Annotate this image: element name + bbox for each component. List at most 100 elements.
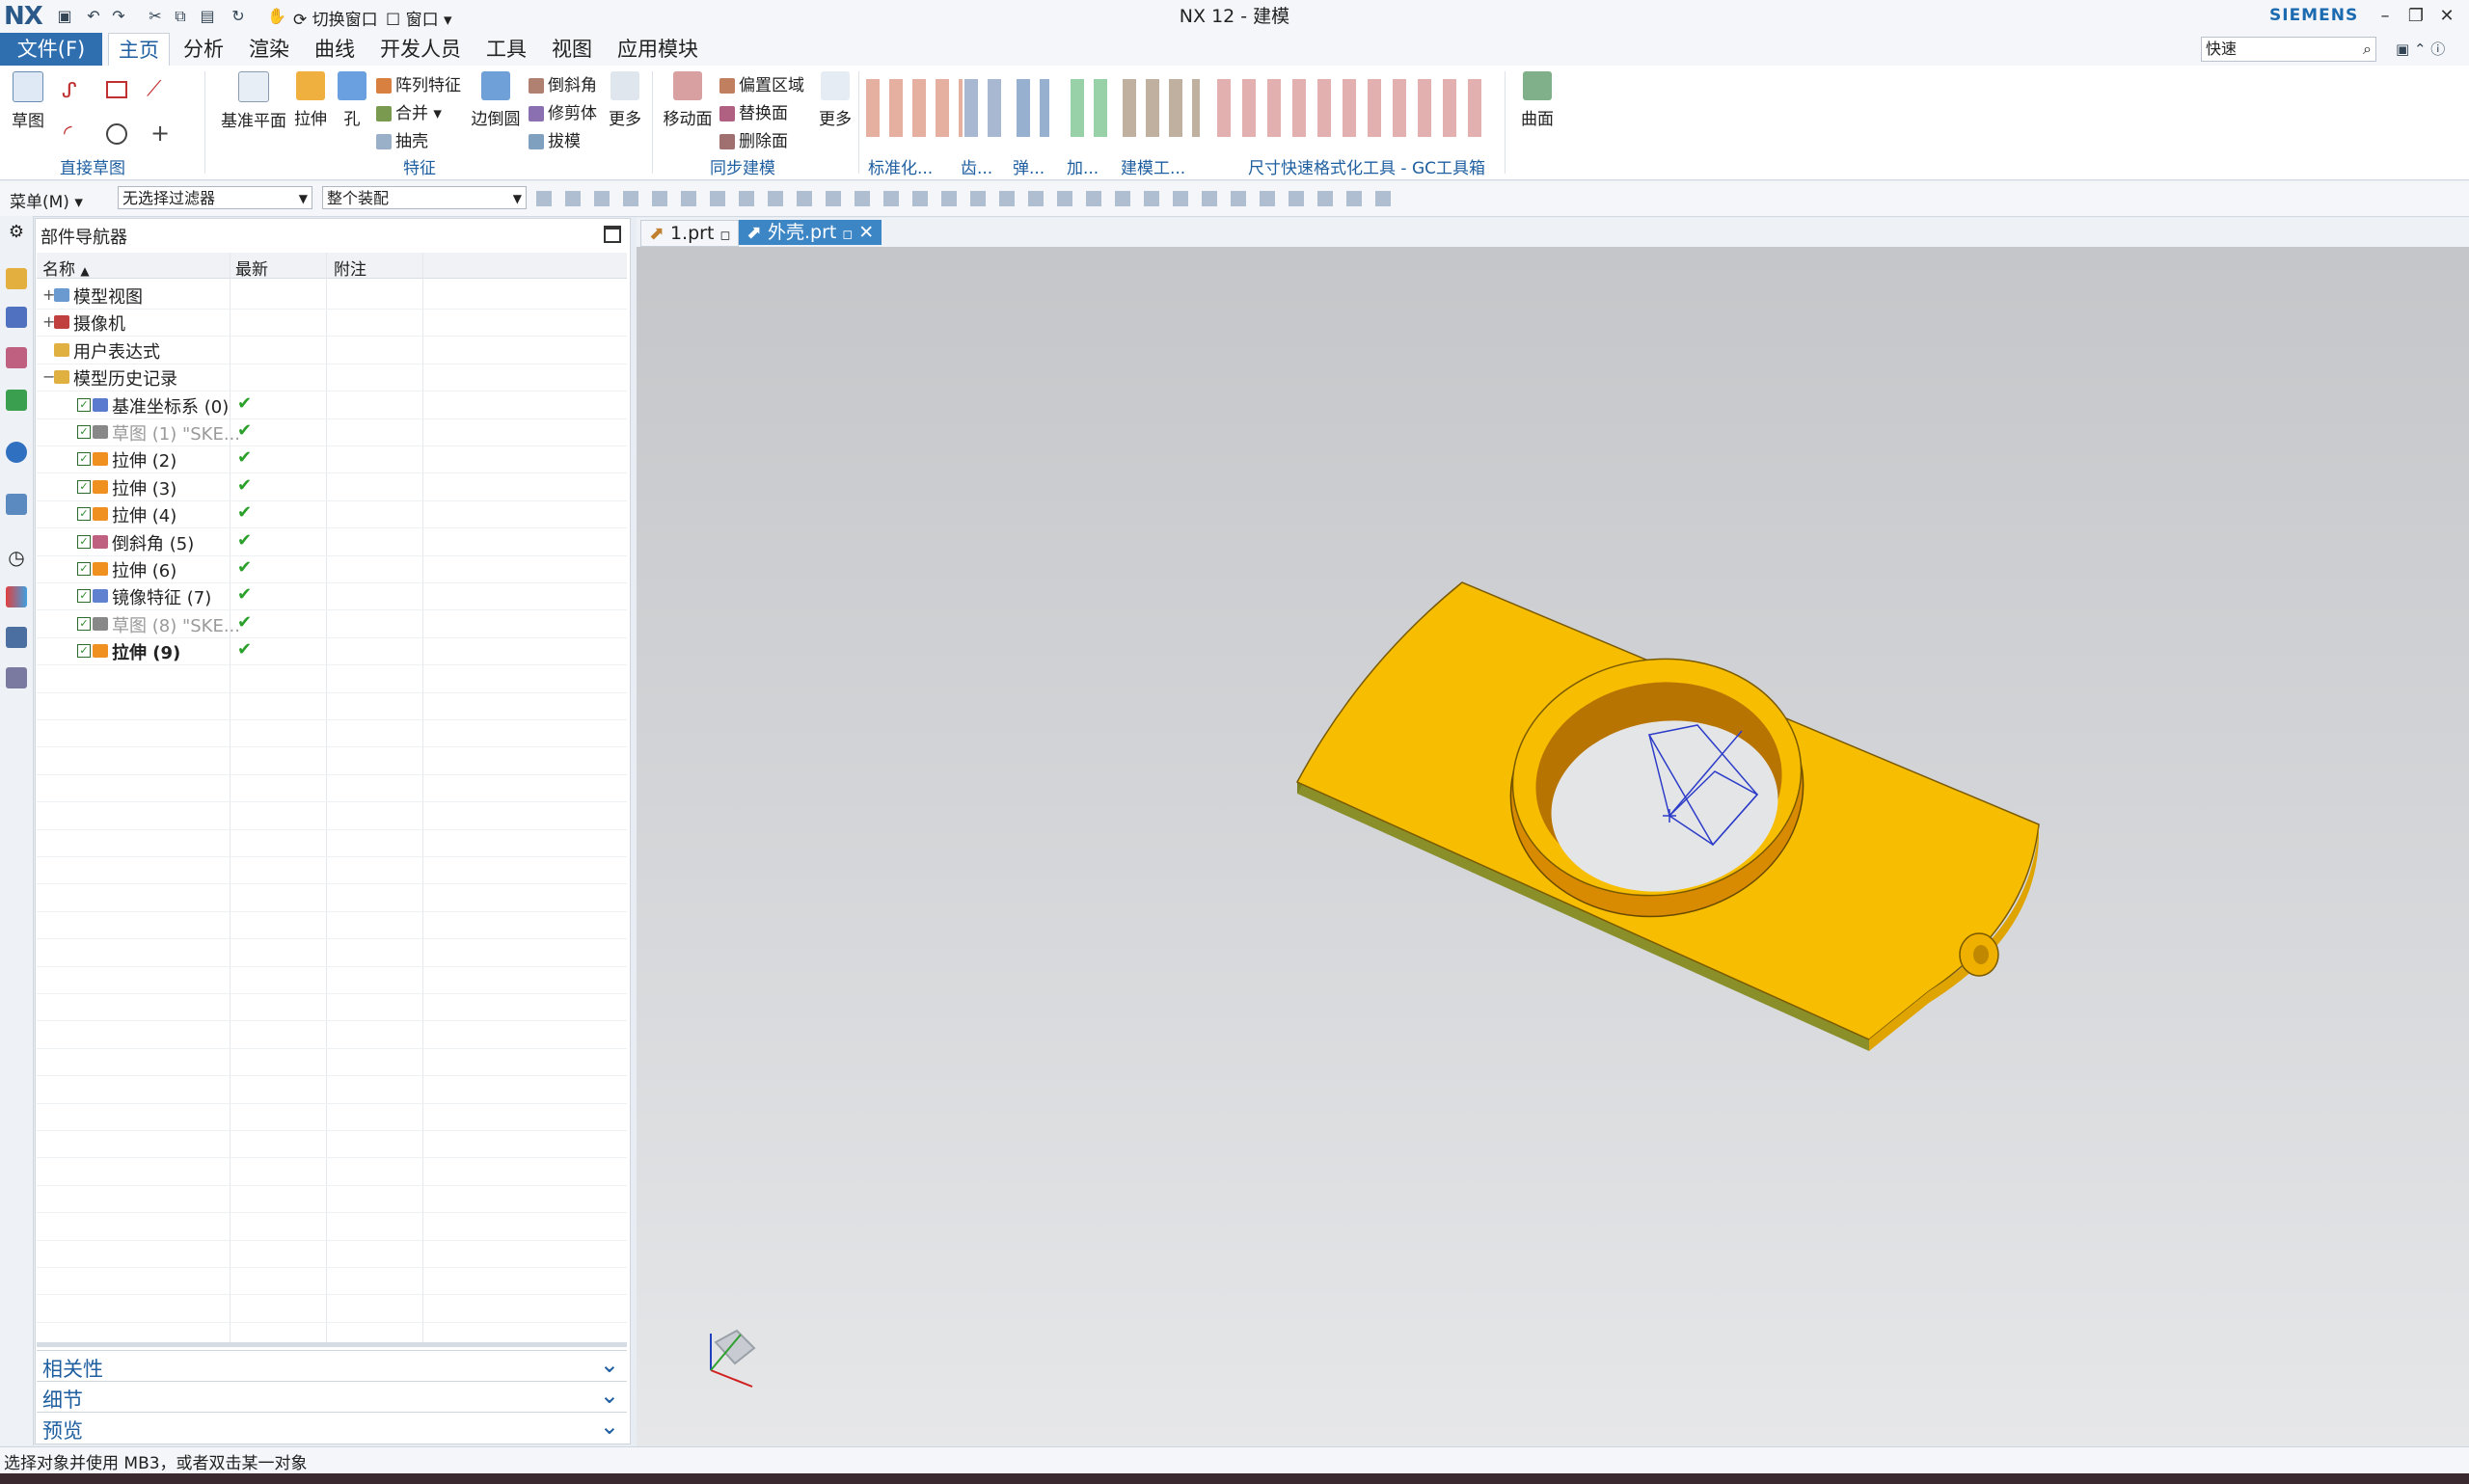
chamfer-button[interactable]: 倒斜角 bbox=[529, 71, 597, 95]
file-tab-shell-prt[interactable]: ⬈ 外壳.prt ◻ ✕ bbox=[739, 220, 882, 245]
system-materials-icon[interactable] bbox=[6, 586, 27, 607]
suppress-checkbox[interactable]: ✓ bbox=[77, 534, 91, 549]
standardize-group-label[interactable]: 标准化... bbox=[868, 154, 933, 178]
more-sync-button[interactable]: 更多 bbox=[816, 71, 855, 129]
suppress-checkbox[interactable]: ✓ bbox=[77, 616, 91, 631]
modeling-tools-icons[interactable] bbox=[1123, 79, 1200, 137]
delete-face-button[interactable]: 删除面 bbox=[719, 127, 788, 151]
column-notes-header[interactable]: 附注 bbox=[334, 256, 366, 280]
tab-render[interactable]: 渲染 bbox=[239, 33, 299, 66]
column-latest-header[interactable]: 最新 bbox=[235, 256, 268, 280]
move-face-button[interactable]: 移动面 bbox=[660, 71, 716, 129]
suppress-checkbox[interactable]: ✓ bbox=[77, 589, 91, 604]
point-icon[interactable]: + bbox=[150, 120, 170, 147]
tree-row[interactable]: − 模型历史记录 bbox=[37, 364, 627, 392]
file-tab-1-prt[interactable]: ⬈ 1.prt ◻ bbox=[640, 220, 740, 247]
circle-icon[interactable] bbox=[106, 123, 127, 145]
spring-group-label[interactable]: 弹... bbox=[1013, 154, 1045, 178]
tree-row[interactable]: ✓ 拉伸 (9) ✔ bbox=[37, 637, 627, 666]
suppress-checkbox[interactable]: ✓ bbox=[77, 397, 91, 412]
replace-face-button[interactable]: 替换面 bbox=[719, 99, 788, 123]
tree-row[interactable]: ✓ 拉伸 (4) ✔ bbox=[37, 500, 627, 529]
tab-analysis[interactable]: 分析 bbox=[174, 33, 233, 66]
machining-group-label[interactable]: 加... bbox=[1067, 154, 1099, 178]
gear-tools-icons[interactable] bbox=[964, 79, 1003, 137]
tree-row[interactable]: ✓ 基准坐标系 (0) ✔ bbox=[37, 391, 627, 419]
tab-home[interactable]: 主页 bbox=[108, 33, 170, 67]
pattern-feature-button[interactable]: 阵列特征 bbox=[376, 71, 461, 95]
tab-view[interactable]: 视图 bbox=[542, 33, 602, 66]
ribbon-options-icon[interactable]: ▣ ⌃ ⓘ bbox=[2396, 39, 2445, 59]
close-icon[interactable]: ✕ bbox=[2432, 4, 2461, 29]
unite-button[interactable]: 合并 ▾ bbox=[376, 99, 442, 123]
tree-row[interactable]: ✓ 倒斜角 (5) ✔ bbox=[37, 528, 627, 556]
splitter[interactable] bbox=[37, 1342, 627, 1347]
copy-icon[interactable]: ⧉ bbox=[170, 6, 191, 27]
process-studio-icon[interactable] bbox=[6, 627, 27, 648]
undo-icon[interactable]: ↶ bbox=[83, 6, 104, 27]
redo-icon[interactable]: ↷ bbox=[108, 6, 129, 27]
profile-icon[interactable]: ᔑ bbox=[62, 79, 77, 103]
window-menu-button[interactable]: ☐ 窗口 ▾ bbox=[386, 6, 452, 30]
machining-tools-icons[interactable] bbox=[1071, 79, 1109, 137]
tab-application[interactable]: 应用模块 bbox=[608, 33, 708, 66]
draft-button[interactable]: 拔模 bbox=[529, 127, 581, 151]
assembly-navigator-icon[interactable] bbox=[6, 268, 27, 289]
extrude-button[interactable]: 拉伸 bbox=[291, 71, 330, 129]
surface-button[interactable]: 曲面 bbox=[1512, 71, 1562, 129]
web-browser-icon[interactable] bbox=[6, 494, 27, 515]
datum-plane-button[interactable]: 基准平面 bbox=[220, 71, 287, 131]
hd3d-tools-icon[interactable] bbox=[6, 442, 27, 463]
suppress-checkbox[interactable]: ✓ bbox=[77, 507, 91, 522]
history-icon[interactable]: ◷ bbox=[6, 546, 27, 569]
column-name-header[interactable]: 名称 ▲ bbox=[42, 256, 90, 280]
roles-icon[interactable] bbox=[6, 667, 27, 688]
suppress-checkbox[interactable]: ✓ bbox=[77, 479, 91, 494]
tab-curve[interactable]: 曲线 bbox=[305, 33, 365, 66]
suppress-checkbox[interactable]: ✓ bbox=[77, 644, 91, 659]
touch-mode-icon[interactable]: ✋ bbox=[266, 6, 287, 27]
minimize-icon[interactable]: – bbox=[2371, 4, 2400, 29]
tree-row[interactable]: + 模型视图 bbox=[37, 282, 627, 310]
rectangle-icon[interactable] bbox=[106, 81, 127, 98]
cut-icon[interactable]: ✂ bbox=[145, 6, 166, 27]
tree-row[interactable]: ✓ 拉伸 (2) ✔ bbox=[37, 445, 627, 474]
standardize-tools-icons[interactable] bbox=[866, 79, 963, 137]
gc-toolbox-icons[interactable] bbox=[1217, 79, 1487, 137]
tree-row[interactable]: ✓ 草图 (8) "SKE... ✔ bbox=[37, 610, 627, 638]
details-panel[interactable]: 细节 ⌄ bbox=[37, 1381, 627, 1412]
trim-body-button[interactable]: 修剪体 bbox=[529, 99, 597, 123]
maximize-icon[interactable] bbox=[604, 226, 621, 243]
offset-region-button[interactable]: 偏置区域 bbox=[719, 71, 804, 95]
gear-group-label[interactable]: 齿... bbox=[961, 154, 992, 178]
paste-icon[interactable]: ▤ bbox=[197, 6, 218, 27]
edge-blend-button[interactable]: 边倒圆 bbox=[469, 71, 523, 129]
type-filter-select[interactable]: 无选择过滤器 ▼ bbox=[118, 186, 312, 209]
preview-panel[interactable]: 预览 ⌄ bbox=[37, 1412, 627, 1443]
tree-row[interactable]: ✓ 镜像特征 (7) ✔ bbox=[37, 582, 627, 611]
suppress-checkbox[interactable]: ✓ bbox=[77, 452, 91, 467]
hole-button[interactable]: 孔 bbox=[336, 71, 368, 129]
spring-tools-icons[interactable] bbox=[1017, 79, 1049, 137]
selection-scope-select[interactable]: 整个装配 ▼ bbox=[322, 186, 527, 209]
tab-file[interactable]: 文件(F) bbox=[0, 33, 102, 66]
gc-toolbox-group-label[interactable]: 尺寸快速格式化工具 - GC工具箱 bbox=[1248, 154, 1485, 178]
tab-developer[interactable]: 开发人员 bbox=[370, 33, 471, 66]
more-features-button[interactable]: 更多 bbox=[606, 71, 644, 129]
line-icon[interactable]: ⟋ bbox=[147, 77, 161, 101]
suppress-checkbox[interactable]: ✓ bbox=[77, 425, 91, 439]
restore-icon[interactable]: ❐ bbox=[2401, 4, 2430, 29]
close-tab-icon[interactable]: ✕ bbox=[858, 222, 874, 243]
tree-row[interactable]: + 摄像机 bbox=[37, 309, 627, 337]
part-navigator-icon[interactable] bbox=[6, 347, 27, 368]
constraint-navigator-icon[interactable] bbox=[6, 307, 27, 328]
sketch-button[interactable]: 草图 bbox=[8, 71, 48, 131]
tree-row[interactable]: ✓ 拉伸 (3) ✔ bbox=[37, 473, 627, 501]
repeat-command-icon[interactable]: ↻ bbox=[228, 6, 249, 27]
switch-window-button[interactable]: ⟳ 切换窗口 bbox=[293, 6, 378, 30]
arc-icon[interactable]: ◜ bbox=[64, 121, 72, 146]
model-view[interactable] bbox=[637, 247, 2469, 1446]
reuse-library-icon[interactable] bbox=[6, 390, 27, 411]
suppress-checkbox[interactable]: ✓ bbox=[77, 562, 91, 576]
tree-row[interactable]: ✓ 草图 (1) "SKE... ✔ bbox=[37, 418, 627, 446]
